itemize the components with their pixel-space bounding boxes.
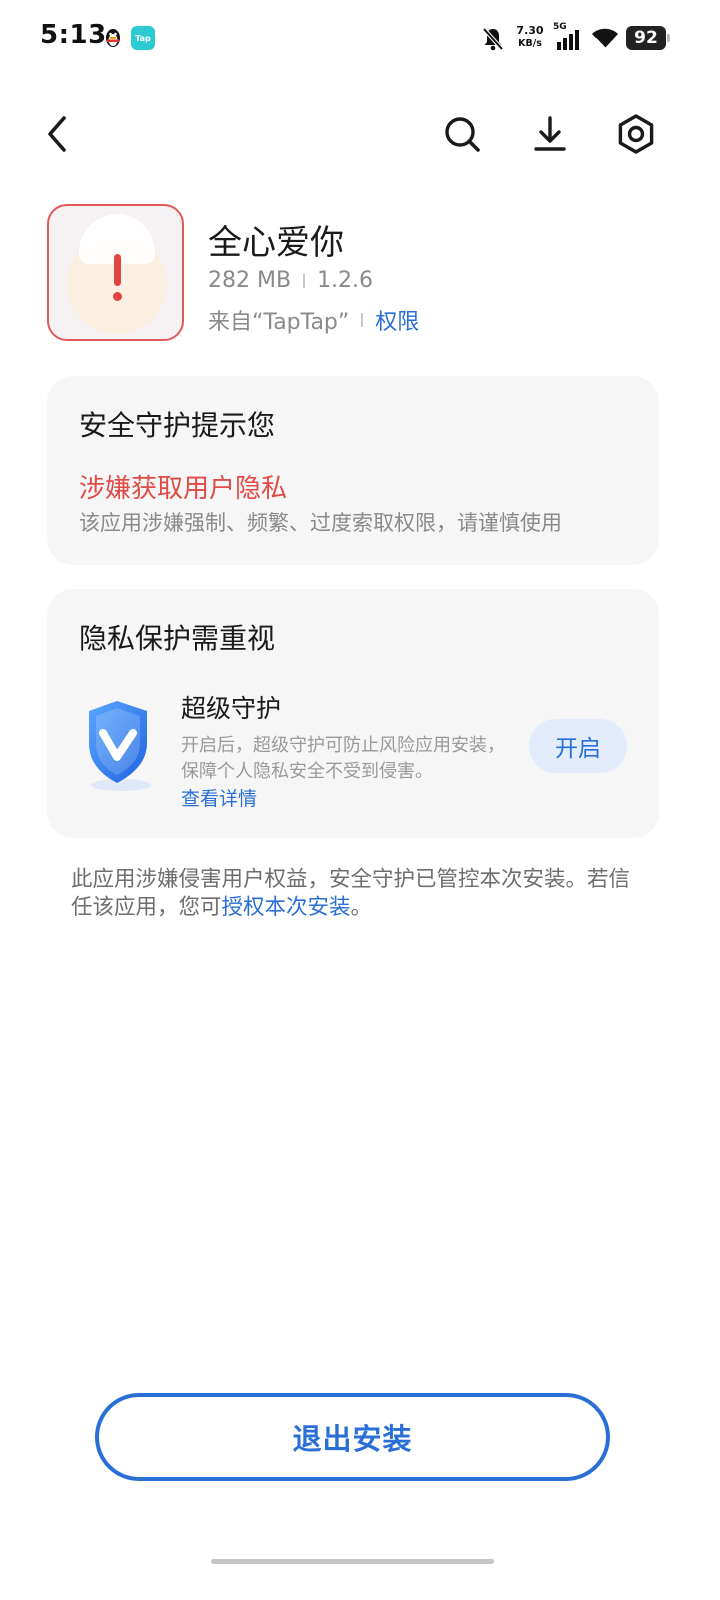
- super-protection-title: 超级守护: [181, 694, 282, 723]
- warning-title: 涉嫌获取用户隐私: [79, 474, 288, 504]
- app-size: 282 MB: [208, 268, 292, 293]
- bell-muted-icon: [482, 27, 504, 51]
- search-icon: [445, 117, 480, 152]
- net-speed: 7.30 KB/s: [513, 24, 547, 50]
- authorize-install-link[interactable]: 授权本次安装: [222, 895, 351, 920]
- download-button[interactable]: [526, 110, 574, 158]
- wifi-icon: [592, 28, 618, 49]
- search-button[interactable]: [438, 110, 486, 158]
- warning-description: 该应用涉嫌强制、频繁、过度索取权限，请谨慎使用: [79, 511, 562, 535]
- exit-install-button[interactable]: 退出安装: [95, 1393, 610, 1481]
- status-time: 5:13: [40, 20, 107, 50]
- settings-button[interactable]: [612, 110, 660, 158]
- net-speed-unit: KB/s: [518, 38, 542, 49]
- install-notice: 此应用涉嫌侵害用户权益，安全守护已管控本次安装。若信任该应用，您可授权本次安装。: [71, 866, 651, 922]
- app-source: 来自“TapTap”: [208, 310, 350, 335]
- security-card-title: 安全守护提示您: [79, 409, 276, 442]
- notice-period: 。: [350, 895, 373, 920]
- signal-bars-icon: [557, 30, 579, 50]
- back-button[interactable]: [34, 110, 82, 158]
- hexagon-gear-icon: [618, 114, 654, 154]
- home-indicator[interactable]: [211, 1559, 494, 1564]
- qq-penguin-icon: [106, 29, 120, 47]
- chevron-left-icon: [48, 116, 66, 152]
- privacy-protection-card: 隐私保护需重视 超级守护 开启后，超级守护可防止风险应用安装，保障个人隐私安全不…: [47, 589, 659, 838]
- view-details-link[interactable]: 查看详情: [181, 784, 257, 811]
- app-source-row: 来自“TapTap” 权限: [208, 304, 419, 336]
- permissions-link[interactable]: 权限: [375, 304, 419, 336]
- app-meta: 282 MB 1.2.6: [208, 268, 373, 293]
- battery-indicator: 92: [626, 26, 670, 50]
- privacy-card-title: 隐私保护需重视: [79, 622, 276, 655]
- app-version: 1.2.6: [317, 268, 374, 293]
- warning-exclamation-dot: [113, 292, 122, 301]
- shield-v-icon: [89, 701, 151, 791]
- divider: [361, 313, 364, 327]
- security-warning-card: 安全守护提示您 涉嫌获取用户隐私 该应用涉嫌强制、频繁、过度索取权限，请谨慎使用: [47, 376, 659, 565]
- app-icon: [47, 204, 184, 341]
- net-speed-value: 7.30: [516, 24, 544, 37]
- super-protection-description: 开启后，超级守护可防止风险应用安装，保障个人隐私安全不受到侵害。: [181, 735, 505, 782]
- install-screen: 5:13 Tap 7.30 KB/s 5G 92 全心爱你 282 MB 1.2…: [0, 0, 720, 1600]
- download-icon: [534, 116, 566, 151]
- status-bar: 5:13 Tap 7.30 KB/s 5G 92: [0, 0, 720, 78]
- divider: [303, 273, 306, 288]
- taptap-icon: Tap: [131, 26, 155, 50]
- enable-button[interactable]: 开启: [529, 719, 627, 773]
- warning-exclamation-icon: [114, 254, 121, 286]
- app-name: 全心爱你: [208, 223, 344, 263]
